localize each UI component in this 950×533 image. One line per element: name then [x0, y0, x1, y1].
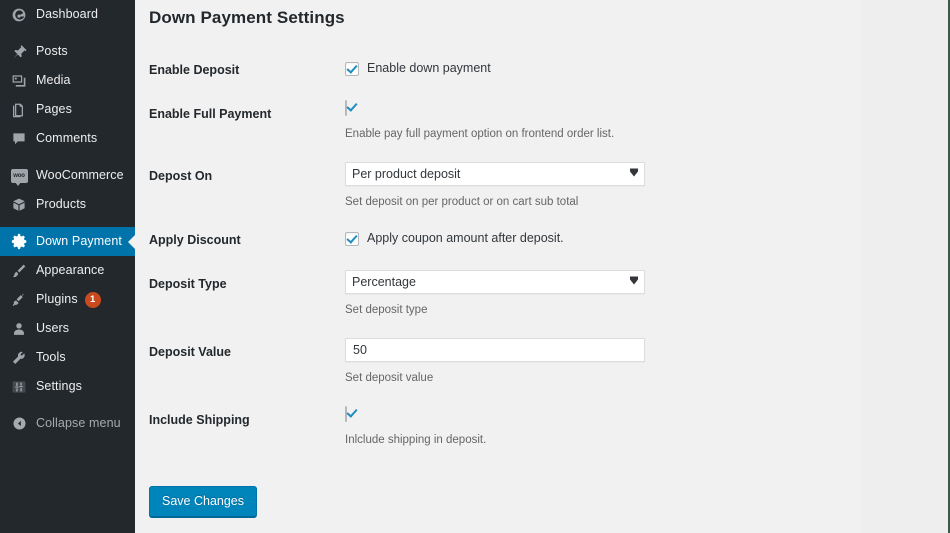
field-description-deposit-on: Set deposit on per product or on cart su… [345, 195, 579, 208]
sidebar-item-label: Comments [36, 131, 98, 146]
sidebar-item-label: Down Payment [36, 234, 122, 249]
pages-icon [9, 100, 29, 120]
field-label-include-shipping: Include Shipping [149, 413, 250, 428]
sidebar-item-users[interactable]: Users [0, 314, 135, 343]
wrench-icon [9, 348, 29, 368]
sidebar-item-label: WooCommerce [36, 168, 124, 183]
field-description-include-shipping: Inlclude shipping in deposit. [345, 433, 487, 446]
field-label-enable-full-payment: Enable Full Payment [149, 107, 272, 122]
sidebar-item-collapse-menu[interactable]: Collapse menu [0, 409, 135, 438]
sidebar-item-appearance[interactable]: Appearance [0, 256, 135, 285]
sidebar-item-woocommerce[interactable]: woo WooCommerce [0, 161, 135, 190]
field-label-deposit-type: Deposit Type [149, 276, 227, 291]
products-box-icon [9, 195, 29, 215]
field-control-enable-full-payment: Enable pay full payment option on fronte… [345, 90, 789, 152]
field-control-deposit-on: Per product deposit Set deposit on per pr… [345, 152, 789, 220]
form-row-deposit-type: Deposit Type Percentage Set deposit type [149, 260, 789, 328]
sidebar-item-pages[interactable]: Pages [0, 95, 135, 124]
form-row-enable-deposit: Enable Deposit Enable down payment [149, 50, 789, 90]
form-row-enable-full-payment: Enable Full Payment Enable pay full payme… [149, 90, 789, 152]
admin-content: Down Payment Settings Enable Deposit Enab… [135, 0, 948, 533]
sidebar-item-label: Users [36, 321, 70, 336]
field-label-deposit-on: Depost On [149, 168, 213, 183]
form-row-deposit-on: Depost On Per product deposit Set deposit … [149, 152, 789, 220]
sidebar-item-label: Settings [36, 379, 82, 394]
field-description-enable-full-payment: Enable pay full payment option on fronte… [345, 127, 615, 140]
plug-icon [9, 290, 29, 310]
gear-icon [9, 232, 29, 252]
sidebar-item-down-payment[interactable]: Down Payment [0, 227, 136, 256]
form-row-apply-discount: Apply Discount Apply coupon amount after … [149, 220, 789, 260]
sidebar-item-label: Posts [36, 44, 68, 59]
user-icon [9, 319, 29, 339]
sidebar-item-label: Plugins [36, 292, 78, 307]
input-deposit-value[interactable] [345, 338, 645, 363]
sidebar-item-label: Tools [36, 350, 66, 365]
field-description-deposit-value: Set deposit value [345, 372, 434, 385]
page-title: Down Payment Settings [149, 8, 345, 27]
checkbox-enable-full-payment[interactable] [345, 100, 347, 117]
save-changes-button[interactable]: Save Changes [149, 485, 258, 518]
media-icon [9, 71, 29, 91]
checkbox-include-shipping[interactable] [345, 406, 347, 423]
field-control-deposit-type: Percentage Set deposit type [345, 260, 789, 328]
field-label-enable-deposit: Enable Deposit [149, 62, 240, 77]
sidebar-item-products[interactable]: Products [0, 190, 135, 219]
sidebar-item-media[interactable]: Media [0, 66, 135, 95]
checkbox-label-apply-discount: Apply coupon amount after deposit. [367, 230, 564, 245]
sidebar-item-label: Products [36, 197, 87, 212]
field-label-apply-discount: Apply Discount [149, 232, 241, 247]
field-control-include-shipping: Inlclude shipping in deposit. [345, 396, 789, 458]
sidebar-item-label: Collapse menu [36, 416, 121, 431]
update-count-badge: 1 [84, 291, 101, 308]
admin-screen: Dashboard Posts Media Pages Comments woo WooCo… [0, 0, 950, 533]
sidebar-item-tools[interactable]: Tools [0, 343, 135, 372]
form-row-include-shipping: Include Shipping Inlclude shipping in dep… [149, 396, 789, 458]
select-deposit-type[interactable]: Percentage [345, 269, 645, 294]
form-row-deposit-value: Deposit Value Set deposit value [149, 328, 789, 396]
sliders-icon [9, 377, 29, 397]
sidebar-item-comments[interactable]: Comments [0, 124, 135, 153]
sidebar-item-dashboard[interactable]: Dashboard [0, 0, 135, 29]
field-control-apply-discount: Apply coupon amount after deposit. [345, 220, 789, 260]
field-control-enable-deposit: Enable down payment [345, 50, 789, 90]
sidebar-item-label: Dashboard [36, 7, 99, 22]
sidebar-item-label: Appearance [36, 263, 105, 278]
pin-icon [9, 42, 29, 62]
submit-area: Save Changes [135, 458, 948, 518]
sidebar-item-plugins[interactable]: Plugins 1 [0, 285, 135, 314]
collapse-arrow-icon [9, 414, 29, 434]
field-control-deposit-value: Set deposit value [345, 328, 789, 396]
sidebar-item-settings[interactable]: Settings [0, 372, 135, 401]
checkbox-label-enable-deposit: Enable down payment [367, 61, 491, 76]
select-deposit-on[interactable]: Per product deposit [345, 161, 645, 186]
woocommerce-icon: woo [9, 166, 29, 186]
admin-sidebar: Dashboard Posts Media Pages Comments woo WooCo… [0, 0, 136, 533]
field-label-deposit-value: Deposit Value [149, 345, 231, 360]
settings-wrap: Down Payment Settings Enable Deposit Enab… [135, 0, 948, 458]
select-wrapper-deposit-on: Per product deposit [345, 161, 645, 186]
brush-icon [9, 261, 29, 281]
sidebar-item-posts[interactable]: Posts [0, 37, 135, 66]
sidebar-item-label: Media [36, 73, 71, 88]
field-description-deposit-type: Set deposit type [345, 303, 428, 316]
sidebar-menu-list: Dashboard Posts Media Pages Comments woo WooCo… [0, 0, 136, 438]
checkbox-apply-discount[interactable] [345, 231, 359, 246]
comments-icon [9, 129, 29, 149]
current-menu-arrow-icon [128, 233, 136, 250]
settings-form-table: Enable Deposit Enable down payment Enable … [149, 50, 789, 458]
checkbox-enable-deposit[interactable] [345, 61, 359, 76]
sidebar-item-label: Pages [36, 102, 72, 117]
select-wrapper-deposit-type: Percentage [345, 269, 645, 294]
dashboard-icon [9, 5, 29, 25]
